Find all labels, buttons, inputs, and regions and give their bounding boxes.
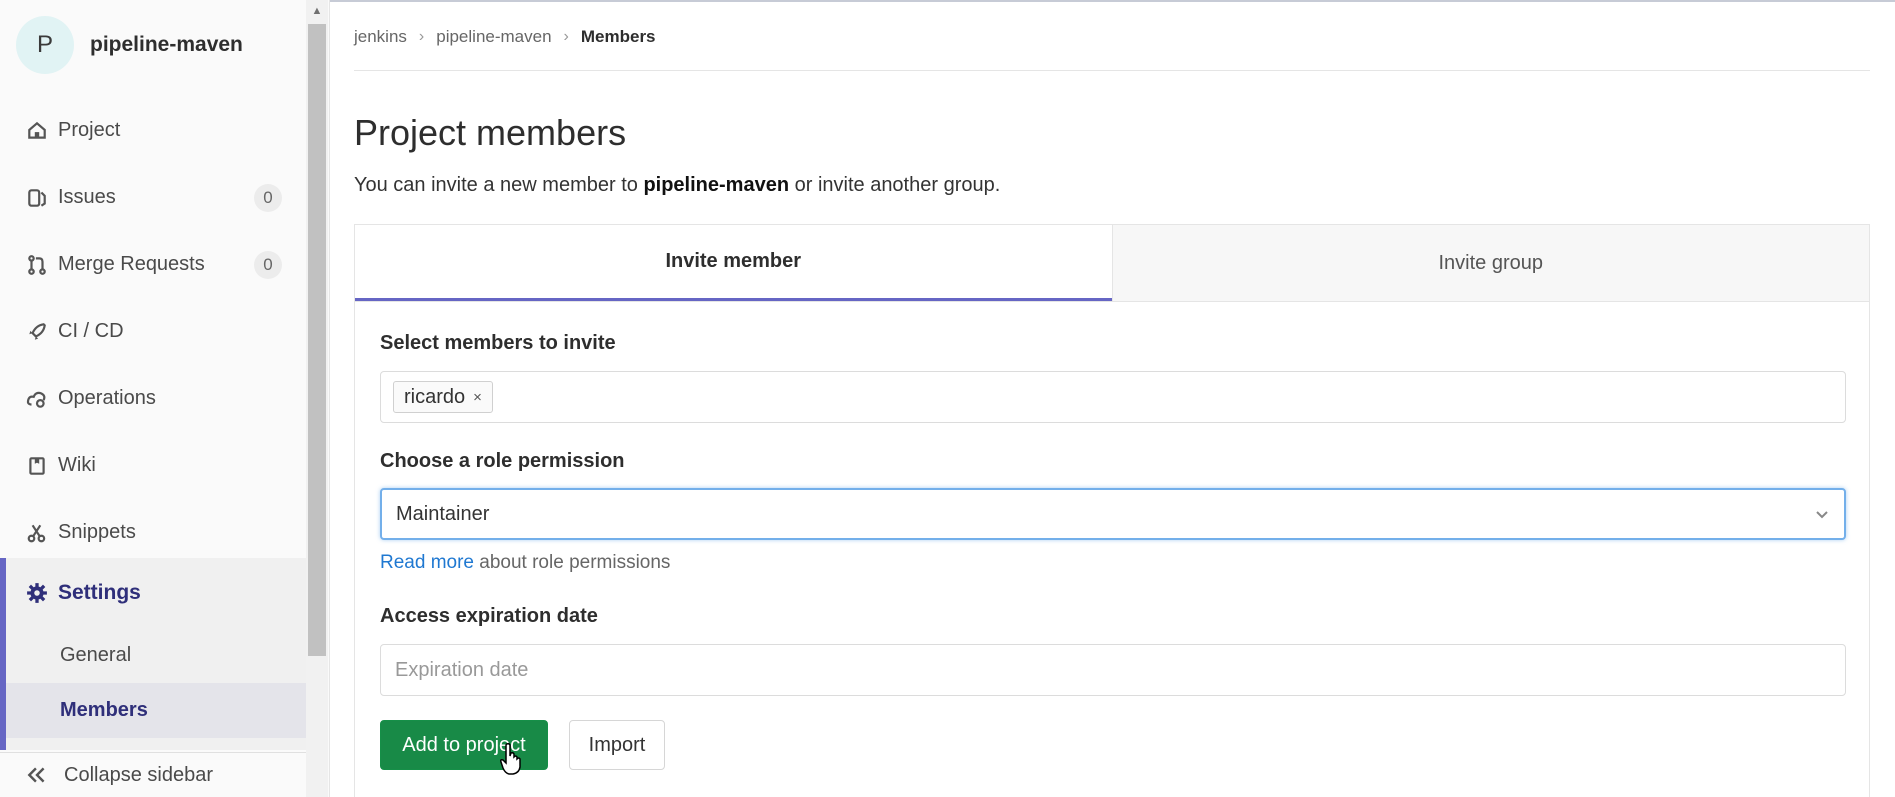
- read-more-link[interactable]: Read more: [380, 552, 474, 573]
- sidebar-item-label: Operations: [58, 387, 156, 409]
- project-header[interactable]: P pipeline-maven: [16, 16, 296, 74]
- merge-request-icon: [24, 252, 50, 278]
- project-name: pipeline-maven: [90, 33, 243, 56]
- expiry-label: Access expiration date: [380, 605, 598, 627]
- invite-member-form: Select members to invite ricardo × Choos…: [354, 302, 1870, 797]
- page-title: Project members: [354, 112, 627, 153]
- sidebar-item-wiki[interactable]: Wiki: [0, 432, 306, 499]
- sidebar-item-operations[interactable]: Operations: [0, 365, 306, 432]
- sidebar-item-label: Snippets: [58, 521, 136, 543]
- issues-icon: [24, 185, 50, 211]
- tab-invite-group[interactable]: Invite group: [1111, 225, 1869, 301]
- intro-text-after: or invite another group.: [789, 174, 1001, 196]
- tab-invite-member[interactable]: Invite member: [355, 225, 1112, 301]
- project-avatar: P: [16, 16, 74, 74]
- chevron-down-icon: [1812, 504, 1832, 524]
- sidebar-item-merge-requests[interactable]: Merge Requests 0: [0, 231, 306, 298]
- hand-pointer-icon: [500, 742, 521, 775]
- role-help-suffix: about role permissions: [474, 552, 671, 573]
- sidebar-item-label: Project: [58, 119, 121, 141]
- gear-icon: [24, 580, 50, 606]
- home-icon: [24, 118, 50, 144]
- expiration-date-input[interactable]: Expiration date: [380, 644, 1846, 696]
- member-token: ricardo ×: [393, 381, 493, 413]
- settings-section: Settings General Members: [0, 558, 306, 750]
- main-content: jenkins › pipeline-maven › Members Proje…: [354, 0, 1870, 797]
- breadcrumb-item-project[interactable]: pipeline-maven: [436, 27, 551, 47]
- role-select[interactable]: Maintainer: [380, 488, 1846, 540]
- member-token-label: ricardo: [404, 385, 466, 408]
- role-label: Choose a role permission: [380, 450, 625, 472]
- sidebar-subitem-members[interactable]: Members: [6, 683, 306, 738]
- rocket-icon: [24, 319, 50, 345]
- import-button[interactable]: Import: [569, 720, 665, 770]
- intro-text-before: You can invite a new member to: [354, 174, 644, 196]
- chevron-right-icon: ›: [563, 28, 569, 45]
- role-select-value: Maintainer: [396, 503, 490, 525]
- breadcrumb-item-members[interactable]: Members: [581, 27, 656, 47]
- sidebar-item-label: CI / CD: [58, 320, 124, 342]
- close-icon[interactable]: ×: [473, 389, 482, 406]
- sidebar-subitem-general[interactable]: General: [6, 628, 306, 683]
- merge-requests-count-badge: 0: [254, 251, 282, 279]
- sidebar-nav: Project Issues 0 Merge Requests 0 CI / C…: [0, 97, 306, 566]
- role-help-text: Read more about role permissions: [380, 552, 670, 574]
- expiration-date-placeholder: Expiration date: [395, 659, 529, 681]
- page-intro: You can invite a new member to pipeline-…: [354, 174, 1000, 197]
- sidebar-item-issues[interactable]: Issues 0: [0, 164, 306, 231]
- sidebar-item-label: Merge Requests: [58, 253, 205, 275]
- sidebar-item-label: Issues: [58, 186, 116, 208]
- collapse-sidebar-label: Collapse sidebar: [64, 763, 213, 786]
- book-icon: [24, 453, 50, 479]
- sidebar-scrollbar-thumb[interactable]: [308, 24, 326, 656]
- sidebar-item-project[interactable]: Project: [0, 97, 306, 164]
- cloud-gear-icon: [24, 386, 50, 412]
- issues-count-badge: 0: [254, 184, 282, 212]
- sidebar-item-label: Settings: [58, 581, 141, 604]
- chevron-right-icon: ›: [418, 28, 425, 45]
- scissors-icon: [24, 520, 50, 546]
- invite-tabs: Invite member Invite group: [354, 224, 1870, 302]
- breadcrumb-item-jenkins[interactable]: jenkins: [354, 27, 407, 47]
- collapse-sidebar-button[interactable]: Collapse sidebar: [0, 752, 306, 797]
- breadcrumb-divider: [354, 70, 1870, 71]
- sidebar-item-snippets[interactable]: Snippets: [0, 499, 306, 566]
- double-chevron-left-icon: [24, 762, 50, 788]
- scroll-up-icon[interactable]: ▲: [306, 0, 328, 22]
- members-label: Select members to invite: [380, 332, 616, 354]
- sidebar-item-ci-cd[interactable]: CI / CD: [0, 298, 306, 365]
- sidebar: P pipeline-maven Project Issues 0 Merge …: [0, 0, 330, 797]
- sidebar-item-label: Wiki: [58, 454, 96, 476]
- sidebar-item-settings[interactable]: Settings: [6, 558, 306, 628]
- breadcrumb: jenkins › pipeline-maven › Members: [354, 22, 656, 52]
- intro-project-name: pipeline-maven: [643, 174, 790, 196]
- members-select-input[interactable]: ricardo ×: [380, 371, 1846, 423]
